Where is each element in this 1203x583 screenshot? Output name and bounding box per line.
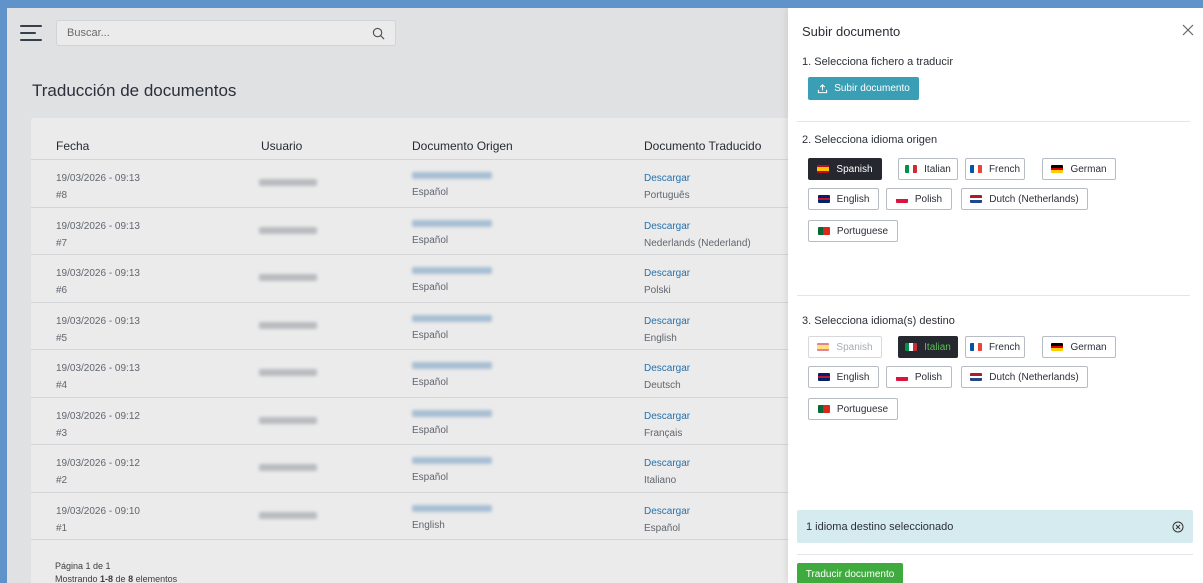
target-lang-french[interactable]: French <box>965 336 1025 358</box>
source-lang-polish[interactable]: Polish <box>886 188 952 210</box>
flag-polish-icon <box>895 373 908 381</box>
target-lang-portuguese[interactable]: Portuguese <box>808 398 898 420</box>
flag-dutch-netherlands-icon <box>970 195 983 203</box>
flag-portuguese-icon <box>817 405 830 413</box>
divider <box>797 554 1193 555</box>
source-lang-spanish[interactable]: Spanish <box>808 158 882 180</box>
target-lang-italian[interactable]: Italian <box>898 336 958 358</box>
close-circle-icon[interactable] <box>1172 521 1184 533</box>
lang-label: Dutch (Netherlands) <box>989 193 1079 205</box>
selection-info-alert: 1 idioma destino seleccionado <box>797 510 1193 543</box>
lang-label: Portuguese <box>836 225 889 237</box>
lang-label: French <box>988 341 1021 353</box>
drawer-title: Subir documento <box>802 24 901 39</box>
lang-label: Dutch (Netherlands) <box>989 371 1079 383</box>
flag-french-icon <box>969 343 982 351</box>
target-lang-german[interactable]: German <box>1042 336 1116 358</box>
app: Traducción de documentos Fecha Usuario D… <box>7 8 1203 583</box>
target-lang-spanish[interactable]: Spanish <box>808 336 882 358</box>
flag-english-icon <box>817 195 830 203</box>
flag-spanish-icon <box>817 165 830 173</box>
source-lang-portuguese[interactable]: Portuguese <box>808 220 898 242</box>
lang-label: Italian <box>924 341 951 353</box>
close-icon[interactable] <box>1181 23 1195 37</box>
flag-polish-icon <box>895 195 908 203</box>
flag-french-icon <box>969 165 982 173</box>
lang-label: German <box>1070 163 1107 175</box>
lang-label: Spanish <box>836 341 873 353</box>
source-lang-german[interactable]: German <box>1042 158 1116 180</box>
flag-german-icon <box>1051 165 1064 173</box>
translate-document-button[interactable]: Traducir documento <box>797 563 903 583</box>
info-text: 1 idioma destino seleccionado <box>806 520 954 533</box>
upload-document-button[interactable]: Subir documento <box>808 77 919 100</box>
lang-label: German <box>1070 341 1107 353</box>
flag-dutch-netherlands-icon <box>970 373 983 381</box>
lang-label: English <box>836 193 870 205</box>
flag-italian-icon <box>905 343 918 351</box>
flag-portuguese-icon <box>817 227 830 235</box>
step1-label: 1. Selecciona fichero a traducir <box>802 56 954 68</box>
step2-label: 2. Selecciona idioma origen <box>802 134 938 146</box>
lang-label: Portuguese <box>836 403 889 415</box>
upload-drawer: Subir documento 1. Selecciona fichero a … <box>788 8 1203 583</box>
lang-label: French <box>988 163 1021 175</box>
lang-label: Italian <box>924 163 951 175</box>
source-lang-italian[interactable]: Italian <box>898 158 958 180</box>
divider <box>797 295 1190 296</box>
upload-icon <box>818 84 828 94</box>
target-lang-dutch-netherlands[interactable]: Dutch (Netherlands) <box>961 366 1088 388</box>
lang-label: Spanish <box>836 163 873 175</box>
step3-label: 3. Selecciona idioma(s) destino <box>802 315 955 327</box>
lang-label: English <box>836 371 870 383</box>
modal-backdrop[interactable] <box>7 8 788 583</box>
upload-label: Subir documento <box>834 83 910 94</box>
flag-english-icon <box>817 373 830 381</box>
lang-label: Polish <box>914 371 943 383</box>
source-lang-french[interactable]: French <box>965 158 1025 180</box>
source-lang-dutch-netherlands[interactable]: Dutch (Netherlands) <box>961 188 1088 210</box>
flag-italian-icon <box>905 165 918 173</box>
target-lang-english[interactable]: English <box>808 366 879 388</box>
target-lang-polish[interactable]: Polish <box>886 366 952 388</box>
source-lang-english[interactable]: English <box>808 188 879 210</box>
flag-spanish-icon <box>817 343 830 351</box>
divider <box>797 121 1190 122</box>
flag-german-icon <box>1051 343 1064 351</box>
lang-label: Polish <box>914 193 943 205</box>
